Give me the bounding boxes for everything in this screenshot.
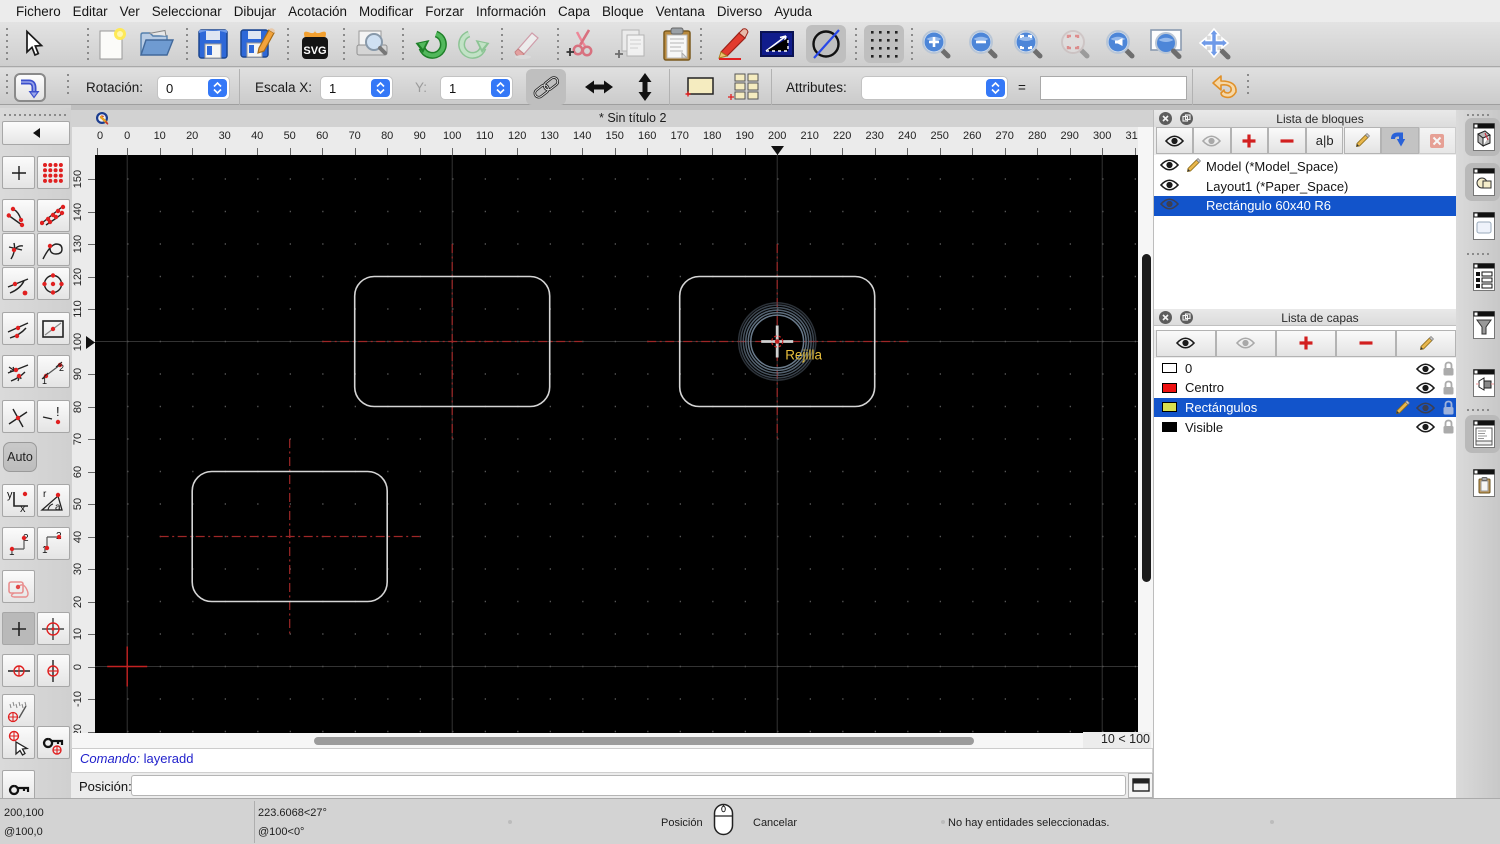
svg-text:r: r: [43, 489, 47, 500]
svg-text:!: !: [56, 404, 60, 419]
svg-text:y: y: [7, 489, 13, 501]
svg-text:1: 1: [42, 376, 47, 385]
svg-text:SVG: SVG: [303, 45, 326, 57]
svg-text:x: x: [20, 503, 26, 514]
svg-text:Rejilla: Rejilla: [785, 348, 822, 363]
